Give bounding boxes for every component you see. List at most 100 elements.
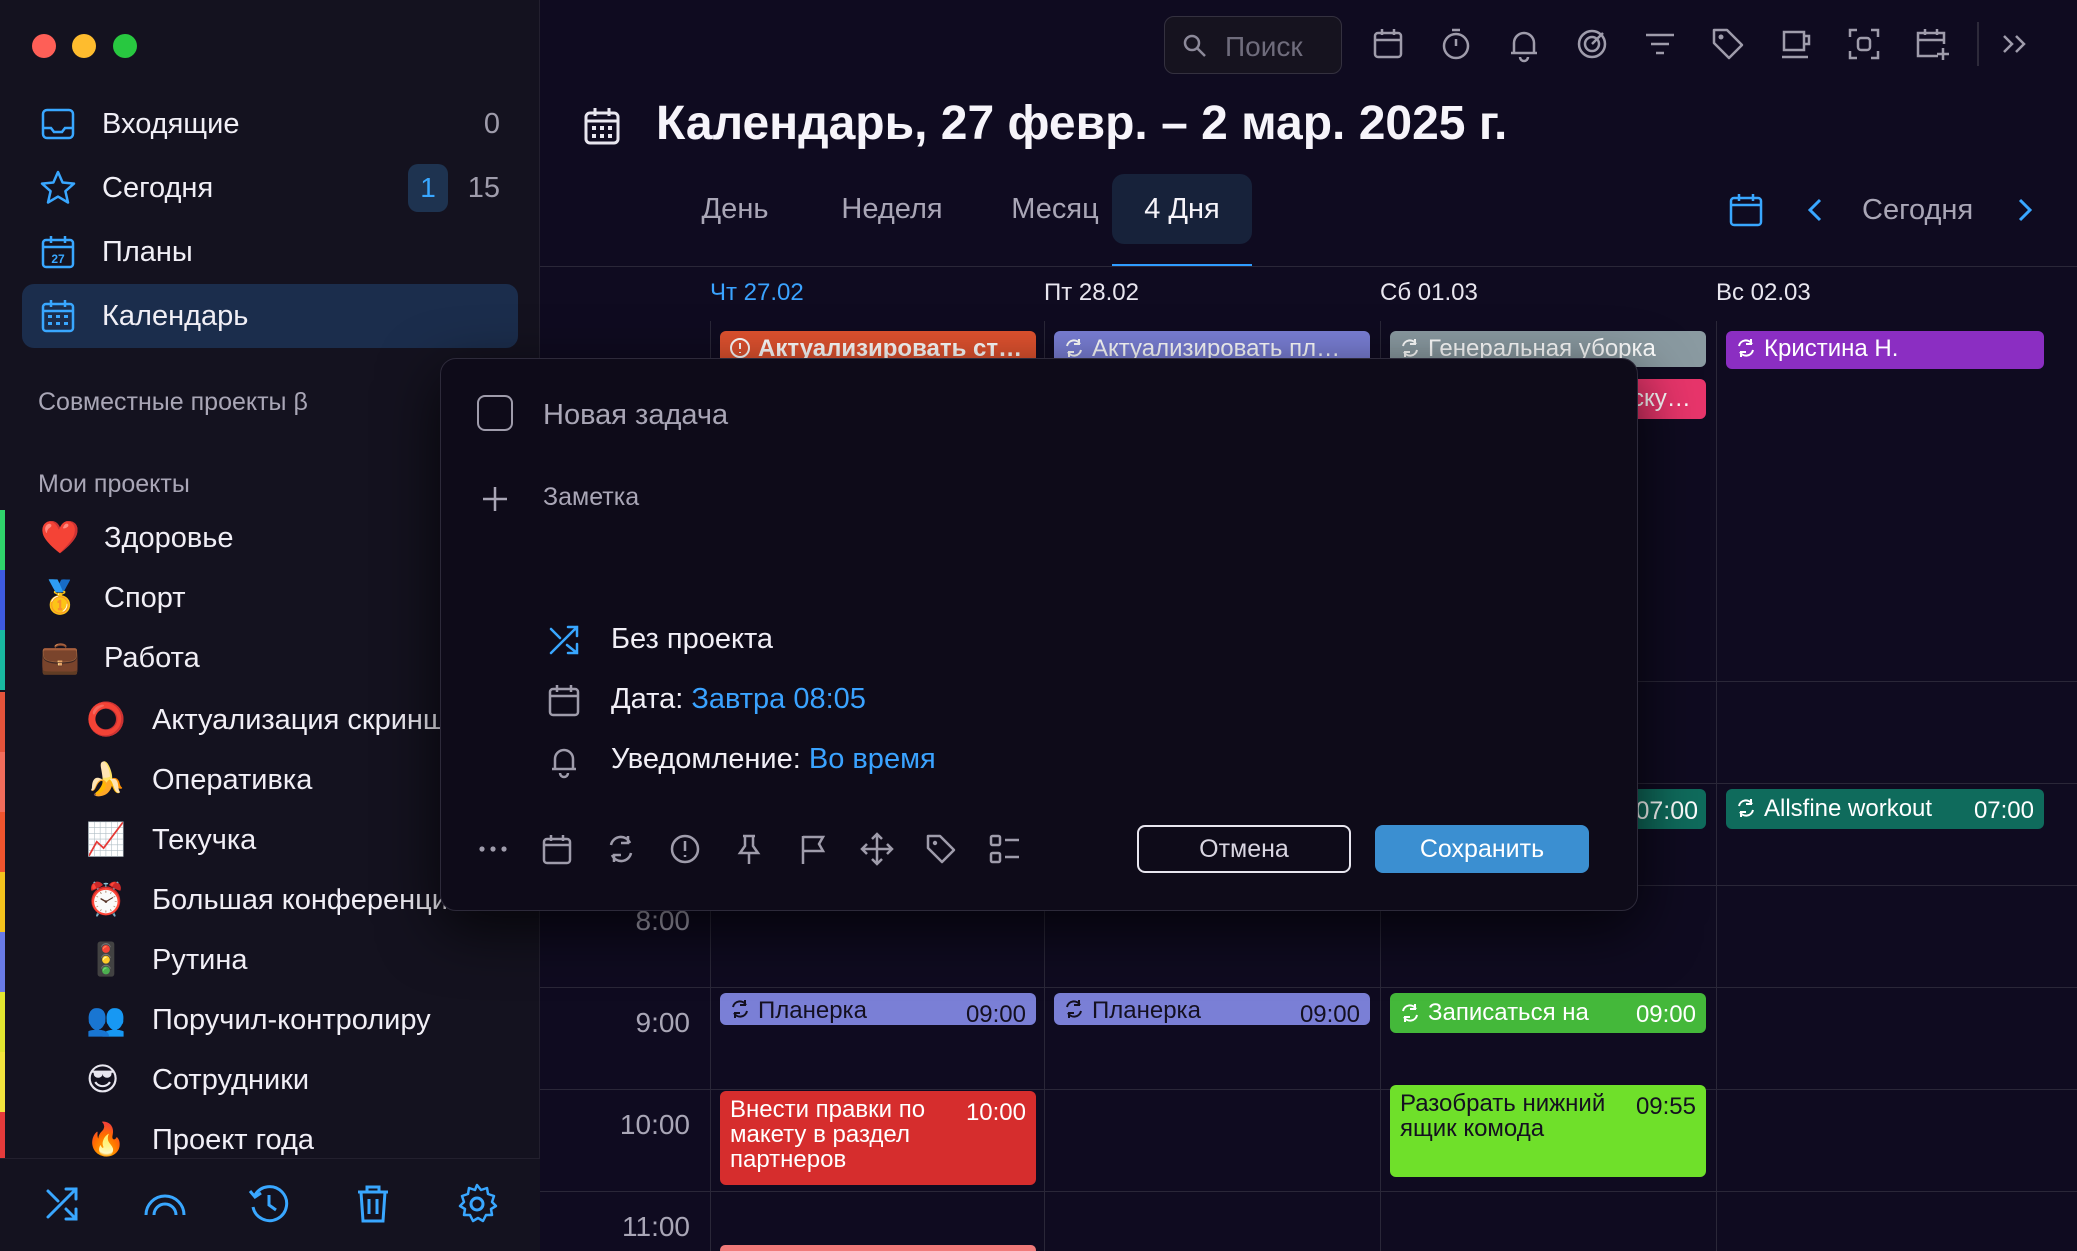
today-button[interactable]: Сегодня xyxy=(1862,194,1973,227)
page-title: Календарь, 27 февр. – 2 мар. 2025 г. xyxy=(656,97,1508,150)
expand-icon[interactable] xyxy=(1996,24,2036,64)
bell-icon[interactable] xyxy=(1504,24,1544,64)
reminder-row[interactable]: Уведомление: Во время xyxy=(611,743,936,776)
project-selector[interactable]: Без проекта xyxy=(611,623,773,656)
checklist-icon[interactable] xyxy=(987,831,1023,867)
zoom-window-button[interactable] xyxy=(113,34,137,58)
priority-icon[interactable] xyxy=(667,831,703,867)
sidebar-item-inbox[interactable]: Входящие 0 xyxy=(22,92,518,156)
sidebar-item-calendar[interactable]: Календарь xyxy=(22,284,518,348)
sidebar-item-label: Планы xyxy=(102,236,193,268)
sidebar-item-label: Календарь xyxy=(102,300,249,332)
event-time: 07:00 xyxy=(1973,797,2034,824)
sidebar-item-plans[interactable]: 27 Планы xyxy=(22,220,518,284)
note-input[interactable]: Заметка xyxy=(543,483,639,512)
date-label: Дата: xyxy=(611,683,684,715)
calendar-icon[interactable] xyxy=(539,831,575,867)
event-time: 09:55 xyxy=(1635,1093,1696,1120)
event-title: Кристина Н. xyxy=(1764,335,1899,362)
calendar-event[interactable]: Кристина Н. xyxy=(1726,331,2044,369)
project-item[interactable]: 🚦 Рутина xyxy=(0,932,540,992)
trash-icon[interactable] xyxy=(350,1181,396,1227)
project-item[interactable]: 😎 Сотрудники xyxy=(0,1052,540,1112)
event-time: 09:00 xyxy=(965,1001,1026,1025)
plus-icon[interactable] xyxy=(479,483,511,515)
calendar-event[interactable]: Внести правки по макету в раздел партнер… xyxy=(720,1091,1036,1185)
date-picker-icon[interactable] xyxy=(1726,190,1766,230)
date-value[interactable]: Завтра 08:05 xyxy=(691,683,866,715)
reminder-value[interactable]: Во время xyxy=(809,743,936,775)
tab-day[interactable]: День xyxy=(670,174,800,244)
sidebar-item-label: Сегодня xyxy=(102,172,214,204)
project-emoji-icon: 🥇 xyxy=(40,579,80,615)
more-icon[interactable] xyxy=(475,831,511,867)
arc-icon[interactable] xyxy=(142,1181,188,1227)
day-header[interactable]: Сб 01.03 xyxy=(1380,279,1478,307)
repeat-icon xyxy=(1062,336,1086,360)
event-title: Allsfine workout xyxy=(1764,795,1933,822)
shared-projects-title[interactable]: Совместные проекты β xyxy=(38,388,308,417)
calendar-icon[interactable] xyxy=(1368,24,1408,64)
project-emoji-icon: 😎 xyxy=(86,1061,120,1097)
tag-icon[interactable] xyxy=(1708,24,1748,64)
save-button[interactable]: Сохранить xyxy=(1375,825,1589,873)
reminder-label: Уведомление: xyxy=(611,743,801,775)
tag-icon[interactable] xyxy=(923,831,959,867)
tab-4-days[interactable]: 4 Дня xyxy=(1112,174,1252,244)
filter-icon[interactable] xyxy=(1640,24,1680,64)
my-projects-title[interactable]: Мои проекты xyxy=(38,470,190,499)
coffee-icon[interactable] xyxy=(1776,24,1816,64)
tab-week[interactable]: Неделя xyxy=(812,174,972,244)
calendar-event[interactable]: Планерка 09:00 xyxy=(1054,993,1370,1025)
project-label: Рутина xyxy=(152,944,248,976)
day-header[interactable]: Чт 27.02 xyxy=(710,279,804,307)
hour-label: 9:00 xyxy=(635,1007,691,1038)
settings-icon[interactable] xyxy=(454,1181,500,1227)
focus-icon[interactable] xyxy=(1844,24,1884,64)
task-checkbox[interactable] xyxy=(477,395,513,431)
project-item[interactable]: 👥 Поручил-контролиру xyxy=(0,992,540,1052)
day-header[interactable]: Вс 02.03 xyxy=(1716,279,1811,307)
project-color-bar xyxy=(0,812,5,872)
flag-icon[interactable] xyxy=(795,831,831,867)
add-calendar-icon[interactable] xyxy=(1912,24,1952,64)
task-title-input[interactable]: Новая задача xyxy=(543,399,728,432)
sidebar-item-today[interactable]: Сегодня 1 15 xyxy=(22,156,518,220)
tab-month[interactable]: Месяц xyxy=(980,174,1130,244)
minimize-window-button[interactable] xyxy=(72,34,96,58)
chevron-left-icon[interactable] xyxy=(1802,194,1830,226)
calendar-event[interactable]: Разобрать нижний ящик комода 09:55 xyxy=(1390,1085,1706,1177)
chevron-right-icon[interactable] xyxy=(2010,194,2038,226)
sidebar-item-label: Входящие xyxy=(102,108,240,140)
target-icon[interactable] xyxy=(1572,24,1612,64)
shuffle-icon[interactable] xyxy=(40,1181,86,1227)
search-input[interactable]: Поиск xyxy=(1164,16,1342,74)
hour-line xyxy=(540,1191,2077,1192)
pin-icon[interactable] xyxy=(731,831,767,867)
project-emoji-icon: 🚦 xyxy=(86,941,126,977)
history-icon[interactable] xyxy=(246,1181,292,1227)
project-emoji-icon: 🍌 xyxy=(86,761,126,797)
project-label: Текучка xyxy=(152,824,257,856)
project-color-bar xyxy=(0,692,5,752)
calendar-event[interactable]: Записаться на 09:00 xyxy=(1390,993,1706,1033)
repeat-icon[interactable] xyxy=(603,831,639,867)
move-icon[interactable] xyxy=(859,831,895,867)
day-header[interactable]: Пт 28.02 xyxy=(1044,279,1139,307)
hour-label: 11:00 xyxy=(622,1211,690,1242)
project-label: Актуализация скринш xyxy=(152,704,447,736)
repeat-icon xyxy=(1734,796,1758,820)
close-window-button[interactable] xyxy=(32,34,56,58)
shuffle-icon xyxy=(545,621,583,659)
date-row[interactable]: Дата: Завтра 08:05 xyxy=(611,683,866,716)
cancel-button[interactable]: Отмена xyxy=(1137,825,1351,873)
star-icon xyxy=(38,168,78,208)
calendar-event[interactable]: Планерка 09:00 xyxy=(720,993,1036,1025)
timer-icon[interactable] xyxy=(1436,24,1476,64)
project-label: Большая конференци… xyxy=(152,884,452,916)
svg-text:27: 27 xyxy=(51,252,65,266)
event-title: Планерка xyxy=(1092,997,1201,1024)
project-color-bar xyxy=(0,570,5,630)
calendar-event-partial[interactable] xyxy=(720,1245,1036,1251)
calendar-event[interactable]: Allsfine workout 07:00 xyxy=(1726,789,2044,829)
